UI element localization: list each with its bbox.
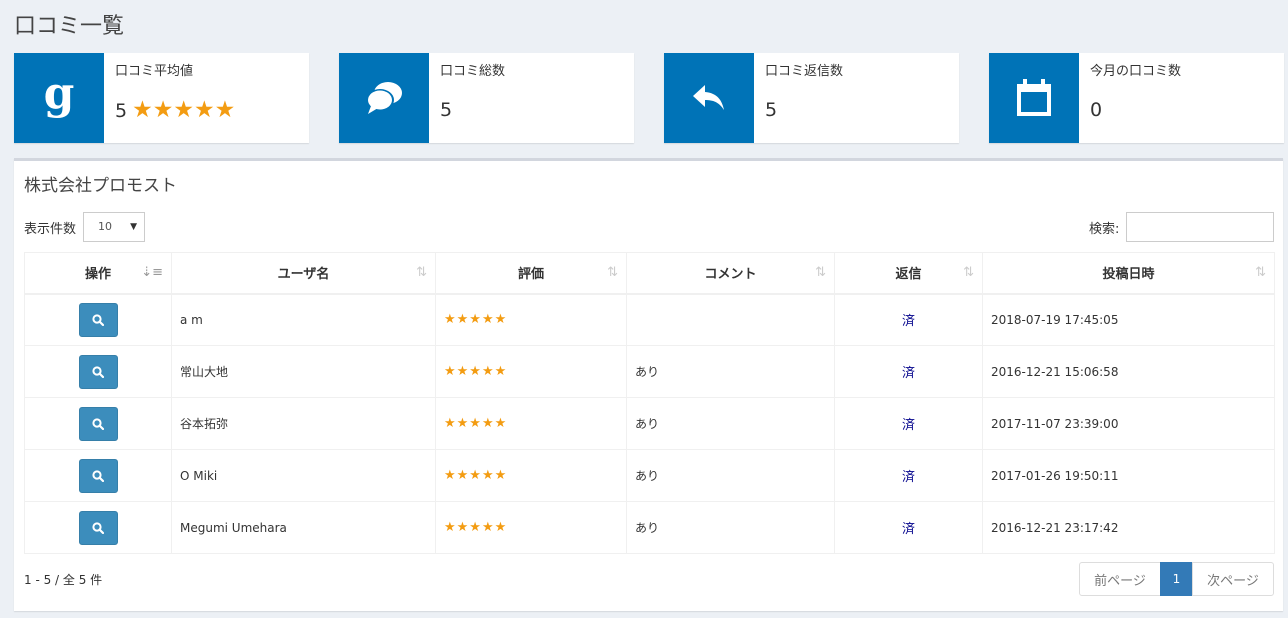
reply-cell: 済 [834,501,983,554]
reply-cell: 済 [834,449,983,502]
comment [626,293,835,346]
stat-box-average: g 口コミ平均値 5 ★★★★★ [14,53,309,143]
reply-status[interactable]: 済 [902,470,915,485]
reply-status[interactable]: 済 [902,418,915,433]
google-icon: g [14,53,104,143]
user-name: O Miki [171,449,436,502]
calendar-icon [989,53,1079,143]
sort-icon: ⇅ [1255,265,1266,280]
posted-date: 2016-12-21 23:17:42 [982,501,1275,554]
box-title: 株式会社プロモスト [24,176,177,196]
prev-page-button[interactable]: 前ページ [1079,562,1161,596]
action-cell [24,293,172,346]
sort-icon: ⇅ [815,265,826,280]
rating-stars: ★★★★★ [444,468,508,483]
comment: あり [626,397,835,450]
view-review-button[interactable] [78,302,118,337]
action-cell [24,501,172,554]
reply-status[interactable]: 済 [902,522,915,537]
search-label: 検索: [1089,222,1120,237]
rating-cell: ★★★★★ [435,345,627,398]
page-1-button[interactable]: 1 [1160,562,1193,596]
sort-icon: ⇅ [416,265,427,280]
length-label: 表示件数 [24,222,77,237]
user-name: 常山大地 [171,345,436,398]
user-name: a m [171,293,436,346]
user-name: 谷本拓弥 [171,397,436,450]
stat-value: 0 [1090,99,1103,121]
rating-cell: ★★★★★ [435,501,627,554]
reply-status[interactable]: 済 [902,314,915,329]
rating-stars: ★★★★★ [444,416,508,431]
rating-stars: ★★★★★ [132,97,236,123]
column-header-date[interactable]: 投稿日時 ⇅ [982,252,1275,295]
posted-date: 2016-12-21 15:06:58 [982,345,1275,398]
reply-cell: 済 [834,293,983,346]
reply-cell: 済 [834,397,983,450]
reply-icon [664,53,754,143]
action-cell [24,397,172,450]
reviews-table: 操作 ⇣≡ ユーザ名 ⇅ 評価 ⇅ コメント ⇅ 返信 ⇅ 投稿日時 ⇅ a m ★★★★★ 済… [24,252,1275,554]
table-row: 谷本拓弥 ★★★★★ あり 済 2017-11-07 23:39:00 [24,397,1275,450]
table-info: 1 - 5 / 全 5 件 [24,573,103,587]
reply-cell: 済 [834,345,983,398]
view-review-button[interactable] [78,354,118,389]
table-header-row: 操作 ⇣≡ ユーザ名 ⇅ 評価 ⇅ コメント ⇅ 返信 ⇅ 投稿日時 ⇅ [24,252,1275,295]
stat-box-replies: 口コミ返信数 5 [664,53,959,143]
rating-cell: ★★★★★ [435,449,627,502]
comments-icon [339,53,429,143]
column-header-user[interactable]: ユーザ名 ⇅ [171,252,436,295]
action-cell [24,449,172,502]
page-title: 口コミ一覧 [14,14,125,39]
next-page-button[interactable]: 次ページ [1192,562,1274,596]
sort-icon: ⇅ [607,265,618,280]
column-header-reply[interactable]: 返信 ⇅ [834,252,983,295]
sort-asc-icon: ⇣≡ [141,265,163,280]
stat-label: 今月の口コミ数 [1090,64,1182,79]
search-icon [92,469,104,482]
search-input[interactable] [1126,212,1274,242]
stat-box-total: 口コミ総数 5 [339,53,634,143]
column-header-comment[interactable]: コメント ⇅ [626,252,835,295]
table-row: a m ★★★★★ 済 2018-07-19 17:45:05 [24,293,1275,346]
rating-stars: ★★★★★ [444,520,508,535]
view-review-button[interactable] [78,510,118,545]
rating-stars: ★★★★★ [444,364,508,379]
stat-label: 口コミ平均値 [115,64,194,79]
search-icon [92,521,104,534]
column-header-action[interactable]: 操作 ⇣≡ [24,252,172,295]
pagination: 前ページ 1 次ページ [1079,562,1274,596]
search-icon [92,314,104,326]
page-length-select[interactable]: 10 ▼ [83,212,145,242]
reviews-box: 株式会社プロモスト 表示件数 10 ▼ 検索: 操作 ⇣≡ ユーザ名 ⇅ 評価 ⇅ コ… [14,158,1283,611]
stat-value: 5 [440,99,453,121]
table-row: Megumi Umehara ★★★★★ あり 済 2016-12-21 23:17:4… [24,501,1275,554]
rating-cell: ★★★★★ [435,397,627,450]
view-review-button[interactable] [78,458,118,493]
user-name: Megumi Umehara [171,501,436,554]
posted-date: 2018-07-19 17:45:05 [982,293,1275,346]
rating-stars: ★★★★★ [444,312,508,328]
comment: あり [626,501,835,554]
comment: あり [626,345,835,398]
stat-value: 5 [765,99,778,121]
search-icon [92,365,104,378]
sort-icon: ⇅ [963,265,974,280]
posted-date: 2017-11-07 23:39:00 [982,397,1275,450]
comment: あり [626,449,835,502]
caret-down-icon: ▼ [130,222,137,232]
stat-label: 口コミ返信数 [765,64,844,79]
table-row: 常山大地 ★★★★★ あり 済 2016-12-21 15:06:58 [24,345,1275,398]
view-review-button[interactable] [78,406,118,441]
column-header-rating[interactable]: 評価 ⇅ [435,252,627,295]
stat-box-this-month: 今月の口コミ数 0 [989,53,1284,143]
stat-value: 5 ★★★★★ [115,97,236,123]
table-row: O Miki ★★★★★ あり 済 2017-01-26 19:50:11 [24,449,1275,502]
stat-label: 口コミ総数 [440,64,506,79]
search-icon [92,417,104,430]
posted-date: 2017-01-26 19:50:11 [982,449,1275,502]
reply-status[interactable]: 済 [902,366,915,381]
action-cell [24,345,172,398]
rating-cell: ★★★★★ [435,293,627,346]
